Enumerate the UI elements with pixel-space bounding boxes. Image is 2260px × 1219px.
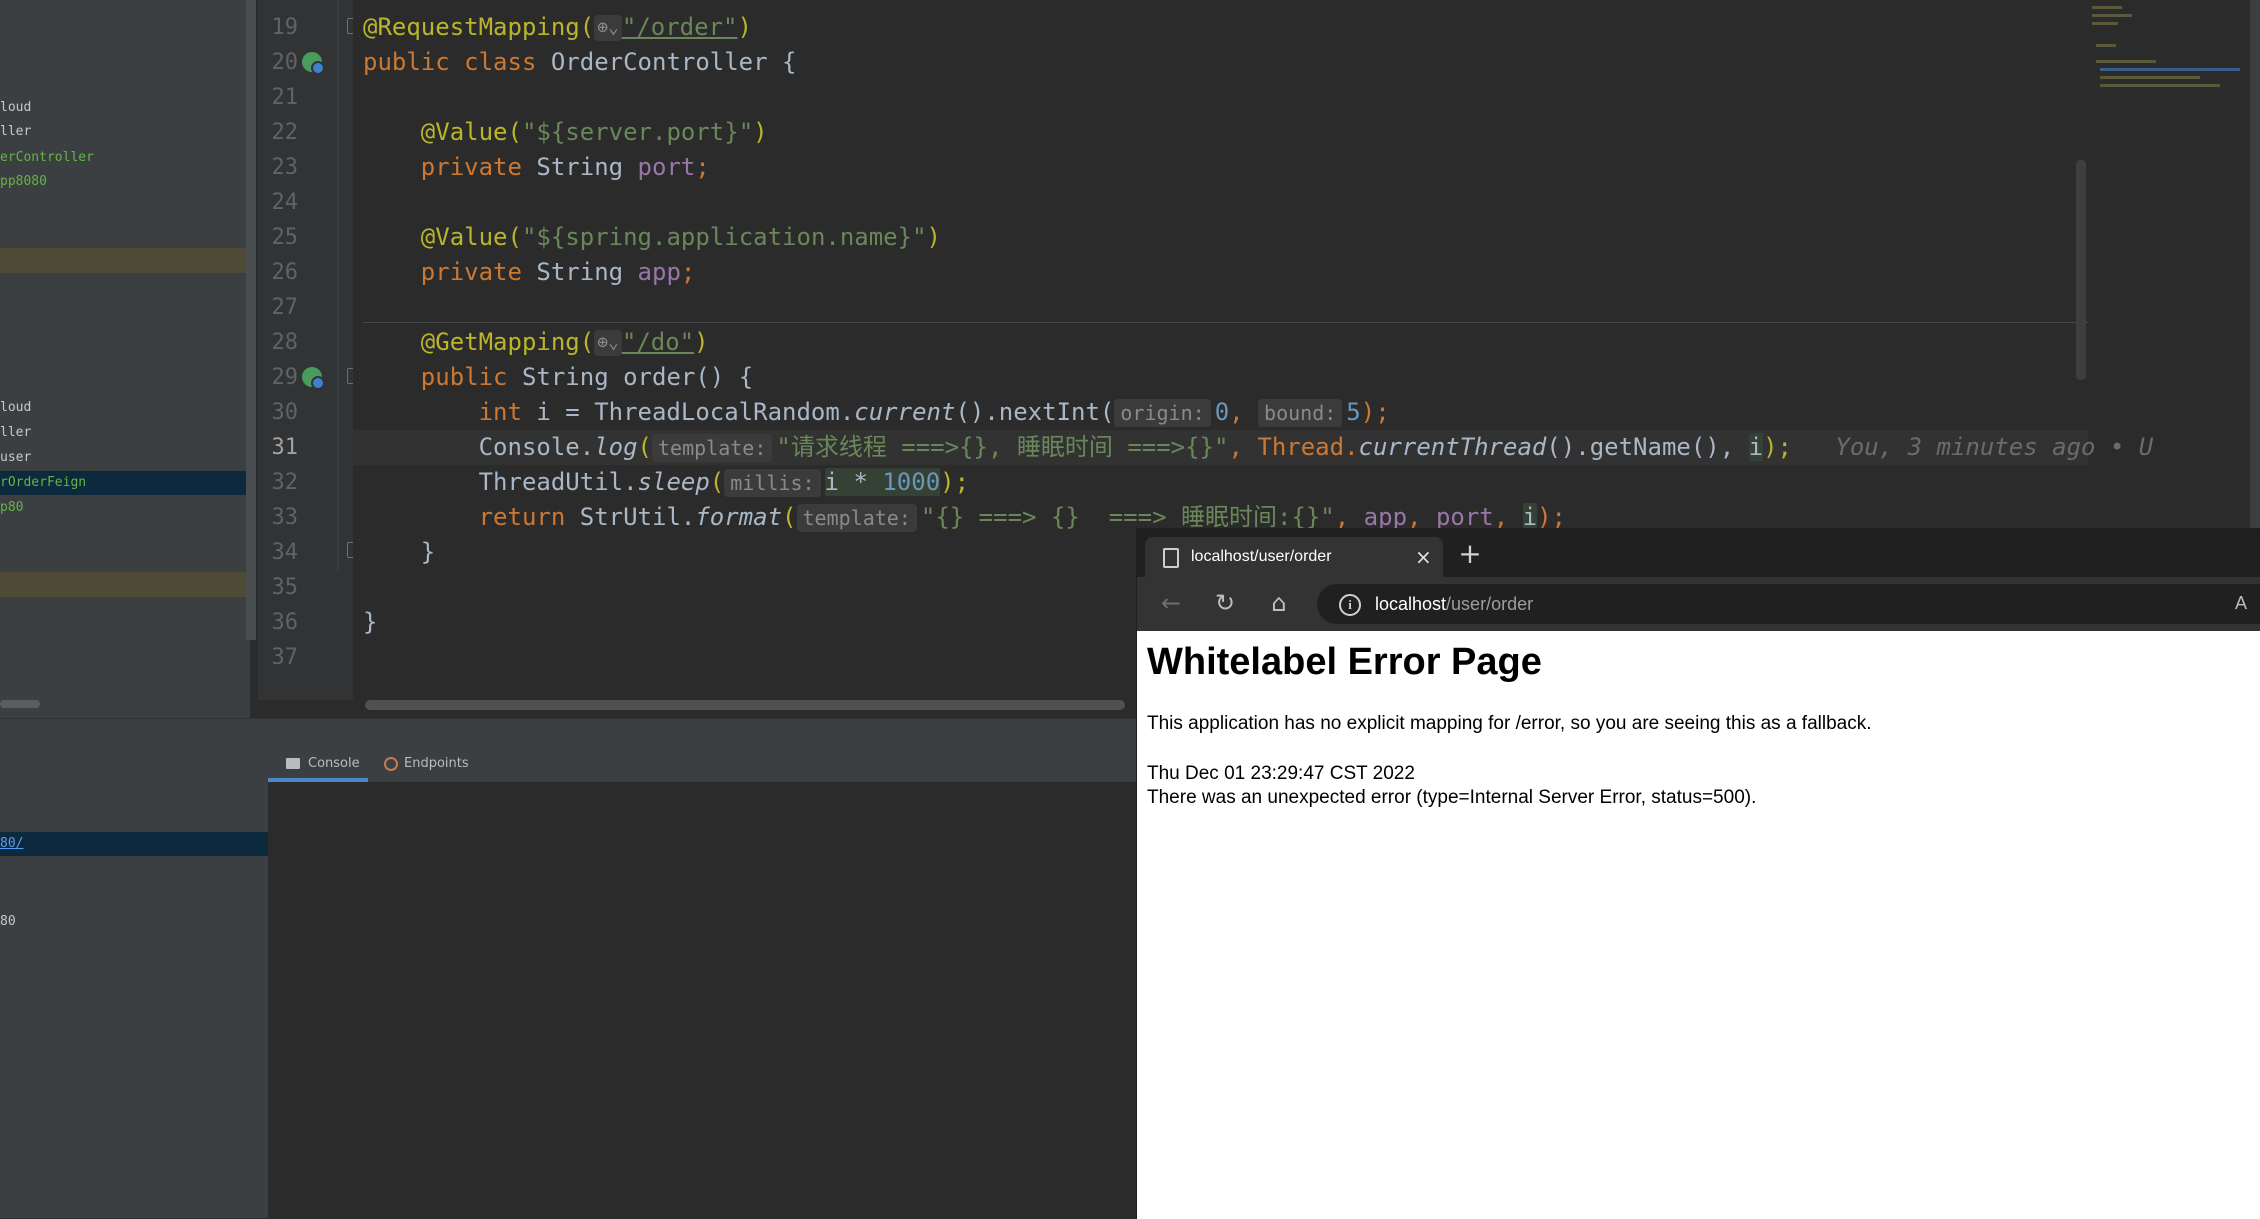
code-line-31: Console.log(template: "请求线程 ===>{}, 睡眠时间 … [478, 433, 2154, 462]
read-aloud-icon[interactable]: A [2235, 593, 2247, 614]
line-number-current: 31 [271, 435, 299, 460]
error-timestamp: Thu Dec 01 23:29:47 CST 2022 [1147, 763, 1415, 784]
minimap-line [2096, 44, 2116, 47]
browser-window: localhost/user/order × + ← ↻ ⌂ i localho… [1136, 528, 2260, 1219]
browser-tabstrip: localhost/user/order × + [1137, 529, 2260, 577]
tree-highlight-row [0, 572, 250, 597]
line-number: 37 [271, 645, 299, 670]
git-blame-annotation: You, 3 minutes ago • U [1835, 433, 2154, 461]
line-number: 21 [271, 85, 299, 110]
tab-endpoints[interactable]: Endpoints [384, 746, 469, 782]
tree-highlight-row [0, 248, 250, 273]
spring-bean-gutter-icon[interactable] [302, 52, 325, 75]
refresh-icon[interactable]: ↻ [1207, 585, 1243, 621]
address-text: localhost/user/order [1375, 594, 1534, 614]
run-item-url[interactable]: 80/ [0, 832, 268, 856]
code-line-22: @Value("${server.port}") [420, 118, 768, 146]
minimap-line [2100, 76, 2200, 79]
back-icon[interactable]: ← [1153, 585, 1189, 621]
code-line-23: private String port; [420, 153, 710, 181]
minimap-line [2100, 84, 2220, 87]
line-number: 36 [271, 610, 299, 635]
tree-item-app80[interactable]: p80 [0, 496, 250, 520]
line-number: 27 [271, 295, 299, 320]
line-number: 24 [271, 190, 299, 215]
run-item[interactable]: 80 [0, 910, 16, 934]
tab-console[interactable]: Console [286, 746, 360, 782]
tree-horizontal-scrollbar[interactable] [0, 700, 40, 708]
error-detail: There was an unexpected error (type=Inte… [1147, 787, 1757, 808]
line-number: 26 [271, 260, 299, 285]
param-hint: template: [796, 504, 917, 532]
line-number: 28 [271, 330, 299, 355]
line-number: 29 [271, 365, 299, 390]
tree-item-app[interactable]: pp8080 [0, 170, 250, 194]
run-services-tree: 80/ 80 [0, 746, 268, 1218]
close-tab-icon[interactable]: × [1415, 537, 1432, 577]
code-line-25: @Value("${spring.application.name}") [420, 223, 941, 251]
console-output[interactable] [268, 782, 1136, 1218]
line-number: 23 [271, 155, 299, 180]
code-line-34: } [420, 538, 436, 566]
browser-toolbar: ← ↻ ⌂ i localhost/user/order [1137, 577, 2260, 631]
minimap-line [2092, 14, 2132, 17]
code-line-19: @RequestMapping(⊕⌄ "/order") [363, 13, 752, 41]
code-line-26: private String app; [420, 258, 696, 286]
code-line-28: @GetMapping(⊕⌄ "/do") [420, 328, 709, 356]
code-minimap[interactable] [2088, 0, 2260, 110]
tree-item[interactable]: loud [0, 396, 250, 420]
code-line-30: int i = ThreadLocalRandom.current().next… [478, 398, 1390, 427]
line-number: 33 [271, 505, 299, 530]
code-line-20: public class OrderController { [363, 48, 797, 76]
code-line-32: ThreadUtil.sleep(millis: i * 1000); [478, 468, 970, 497]
info-icon[interactable]: i [1339, 594, 1361, 616]
tree-item[interactable]: user [0, 446, 250, 470]
param-hint: bound: [1258, 399, 1343, 427]
tree-item[interactable]: ller [0, 120, 250, 144]
web-page-content: Whitelabel Error Page This application h… [1137, 631, 2260, 1219]
page-icon [1163, 548, 1179, 568]
home-icon[interactable]: ⌂ [1261, 585, 1297, 621]
line-number: 34 [271, 540, 299, 565]
line-number: 32 [271, 470, 299, 495]
param-hint: origin: [1114, 399, 1211, 427]
code-line-36: } [363, 608, 378, 636]
minimap-line [2092, 22, 2118, 25]
line-number: 30 [271, 400, 299, 425]
tree-item[interactable]: ller [0, 421, 250, 445]
editor-horizontal-scrollbar[interactable] [365, 700, 1125, 710]
page-title: Whitelabel Error Page [1147, 641, 1542, 683]
line-number: 20 [271, 50, 299, 75]
endpoint-icon: ⊕⌄ [594, 15, 622, 41]
new-tab-button[interactable]: + [1455, 539, 1485, 569]
browser-tab[interactable]: localhost/user/order × [1145, 537, 1443, 577]
minimap-line [2092, 6, 2122, 9]
endpoints-icon [384, 756, 398, 771]
minimap-line [2096, 60, 2156, 63]
tree-item-order-controller[interactable]: erController [0, 146, 250, 170]
gutter-divider [337, 0, 339, 570]
line-number: 25 [271, 225, 299, 250]
code-line-29: public String order() { [420, 363, 754, 391]
param-hint: millis: [724, 469, 821, 497]
tree-item-order-feign[interactable]: rOrderFeign [0, 471, 250, 495]
console-icon [286, 758, 300, 769]
endpoint-icon: ⊕⌄ [594, 330, 622, 356]
line-number: 35 [271, 575, 299, 600]
tree-item[interactable]: loud [0, 96, 250, 120]
tree-scrollbar[interactable] [246, 0, 256, 640]
spring-endpoint-gutter-icon[interactable] [302, 367, 325, 390]
editor-vertical-scrollbar[interactable] [2076, 160, 2086, 380]
line-number: 22 [271, 120, 299, 145]
address-bar[interactable]: i localhost/user/order [1317, 584, 2260, 624]
param-hint: template: [652, 434, 773, 462]
project-tree-panel: loud ller erController pp8080 loud ller … [0, 0, 250, 718]
line-number: 19 [271, 15, 299, 40]
tab-title: localhost/user/order [1191, 548, 1332, 565]
error-description: This application has no explicit mapping… [1147, 713, 1872, 734]
method-separator [363, 322, 2088, 323]
minimap-line [2100, 68, 2240, 71]
